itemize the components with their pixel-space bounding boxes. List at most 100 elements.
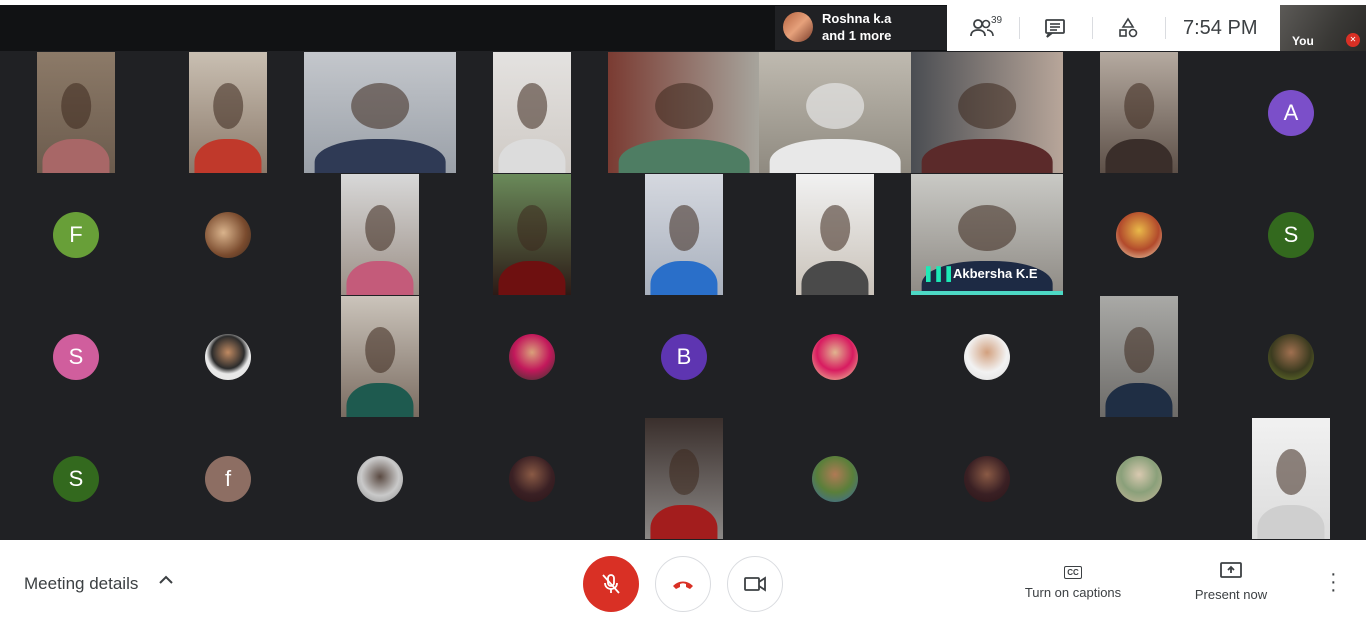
participant-face xyxy=(1124,83,1154,130)
participant-video-tile[interactable] xyxy=(608,52,760,173)
camera-toggle-button[interactable] xyxy=(727,556,783,612)
captions-icon: CC xyxy=(1018,562,1128,579)
participant-body xyxy=(1257,505,1325,539)
participant-body xyxy=(194,139,262,173)
mic-off-icon xyxy=(602,574,620,594)
participant-body xyxy=(650,505,718,539)
toolbar-divider xyxy=(1165,17,1166,39)
chevron-up-icon[interactable] xyxy=(158,572,174,590)
toolbar-divider xyxy=(1092,17,1093,39)
participant-video-tile[interactable] xyxy=(645,174,723,295)
avatar-letter: B xyxy=(676,344,692,369)
photo-avatar[interactable] xyxy=(1116,212,1162,258)
participant-body xyxy=(498,139,566,173)
avatar-letter: f xyxy=(224,466,232,491)
meeting-details-button[interactable]: Meeting details xyxy=(24,574,138,594)
photo-avatar[interactable] xyxy=(357,456,403,502)
clock-time: 7:54 PM xyxy=(1183,17,1258,39)
participant-face xyxy=(517,83,547,130)
chat-icon[interactable] xyxy=(1042,15,1068,41)
letter-avatar[interactable]: S xyxy=(53,456,99,502)
participant-video-tile[interactable] xyxy=(37,52,115,173)
photo-avatar[interactable] xyxy=(1268,334,1314,380)
participant-face xyxy=(655,83,713,130)
hang-up-icon xyxy=(673,581,693,589)
participant-body xyxy=(346,383,414,417)
mic-off-icon: ✕ xyxy=(1346,33,1360,47)
participant-body xyxy=(650,261,718,295)
participant-video-tile[interactable] xyxy=(759,52,911,173)
video-camera-icon xyxy=(744,576,766,592)
active-speaker-tile[interactable]: ▌▌▌ Akbersha K.E xyxy=(911,174,1063,295)
photo-avatar[interactable] xyxy=(812,456,858,502)
present-label: Present now xyxy=(1194,587,1268,602)
more-vert-icon[interactable]: · · · xyxy=(1330,564,1337,600)
photo-avatar[interactable] xyxy=(509,456,555,502)
photo-avatar[interactable] xyxy=(1116,456,1162,502)
photo-avatar[interactable] xyxy=(812,334,858,380)
letter-avatar[interactable]: S xyxy=(1268,212,1314,258)
participant-face xyxy=(365,327,395,374)
self-video-tile[interactable]: You ✕ xyxy=(1280,5,1366,51)
participant-face xyxy=(351,83,409,130)
photo-avatar[interactable] xyxy=(964,334,1010,380)
participant-body xyxy=(1105,383,1173,417)
participant-face xyxy=(365,205,395,252)
participant-face xyxy=(517,205,547,252)
bottom-control-bar: Meeting details CC Turn on captions Pres… xyxy=(0,540,1366,619)
participant-face xyxy=(669,205,699,252)
photo-avatar[interactable] xyxy=(205,212,251,258)
leave-call-button[interactable] xyxy=(655,556,711,612)
participant-body xyxy=(346,261,414,295)
participant-face xyxy=(669,449,699,496)
presenter-indicator[interactable]: Roshna k.a and 1 more xyxy=(775,6,947,50)
avatar-letter: S xyxy=(68,344,84,369)
participant-body xyxy=(42,139,110,173)
avatar-letter: A xyxy=(1283,100,1299,125)
photo-avatar[interactable] xyxy=(509,334,555,380)
toolbar-divider xyxy=(1019,17,1020,39)
participant-video-tile[interactable] xyxy=(493,52,571,173)
presenter-more: and 1 more xyxy=(822,28,892,43)
shapes-icon[interactable] xyxy=(1115,15,1141,41)
participant-face xyxy=(806,83,864,130)
participant-video-tile[interactable] xyxy=(1100,296,1178,417)
participant-video-tile[interactable] xyxy=(911,52,1063,173)
participant-face xyxy=(213,83,243,130)
letter-avatar[interactable]: f xyxy=(205,456,251,502)
letter-avatar[interactable]: F xyxy=(53,212,99,258)
avatar-letter: F xyxy=(69,222,83,247)
participant-video-tile[interactable] xyxy=(796,174,874,295)
participant-count: 39 xyxy=(991,15,1003,26)
participant-video-tile[interactable] xyxy=(1100,52,1178,173)
participant-video-tile[interactable] xyxy=(341,296,419,417)
participant-video-tile[interactable] xyxy=(1252,418,1330,539)
participant-body xyxy=(498,261,566,295)
participant-body xyxy=(1105,139,1173,173)
participant-video-tile[interactable] xyxy=(493,174,571,295)
participant-face xyxy=(1276,449,1306,496)
mic-toggle-button[interactable] xyxy=(583,556,639,612)
participant-video-tile[interactable] xyxy=(645,418,723,539)
participant-body xyxy=(618,139,750,173)
present-screen-icon xyxy=(1186,562,1276,581)
avatar-letter: S xyxy=(1283,222,1299,247)
participant-body xyxy=(921,139,1053,173)
present-now-button[interactable]: Present now xyxy=(1186,562,1276,602)
participant-video-tile[interactable] xyxy=(304,52,456,173)
participant-video-tile[interactable] xyxy=(341,174,419,295)
captions-button[interactable]: CC Turn on captions xyxy=(1018,562,1128,600)
presenter-name: Roshna k.a xyxy=(822,11,892,26)
captions-label: Turn on captions xyxy=(1024,585,1122,600)
speaking-indicator-bar xyxy=(911,291,1063,295)
participant-video-tile[interactable] xyxy=(189,52,267,173)
letter-avatar[interactable]: A xyxy=(1268,90,1314,136)
speaker-name: Akbersha K.E xyxy=(953,266,1038,281)
photo-avatar[interactable] xyxy=(964,456,1010,502)
participant-face xyxy=(61,83,91,130)
letter-avatar[interactable]: S xyxy=(53,334,99,380)
self-label: You xyxy=(1292,34,1314,48)
participant-face xyxy=(1124,327,1154,374)
photo-avatar[interactable] xyxy=(205,334,251,380)
letter-avatar[interactable]: B xyxy=(661,334,707,380)
